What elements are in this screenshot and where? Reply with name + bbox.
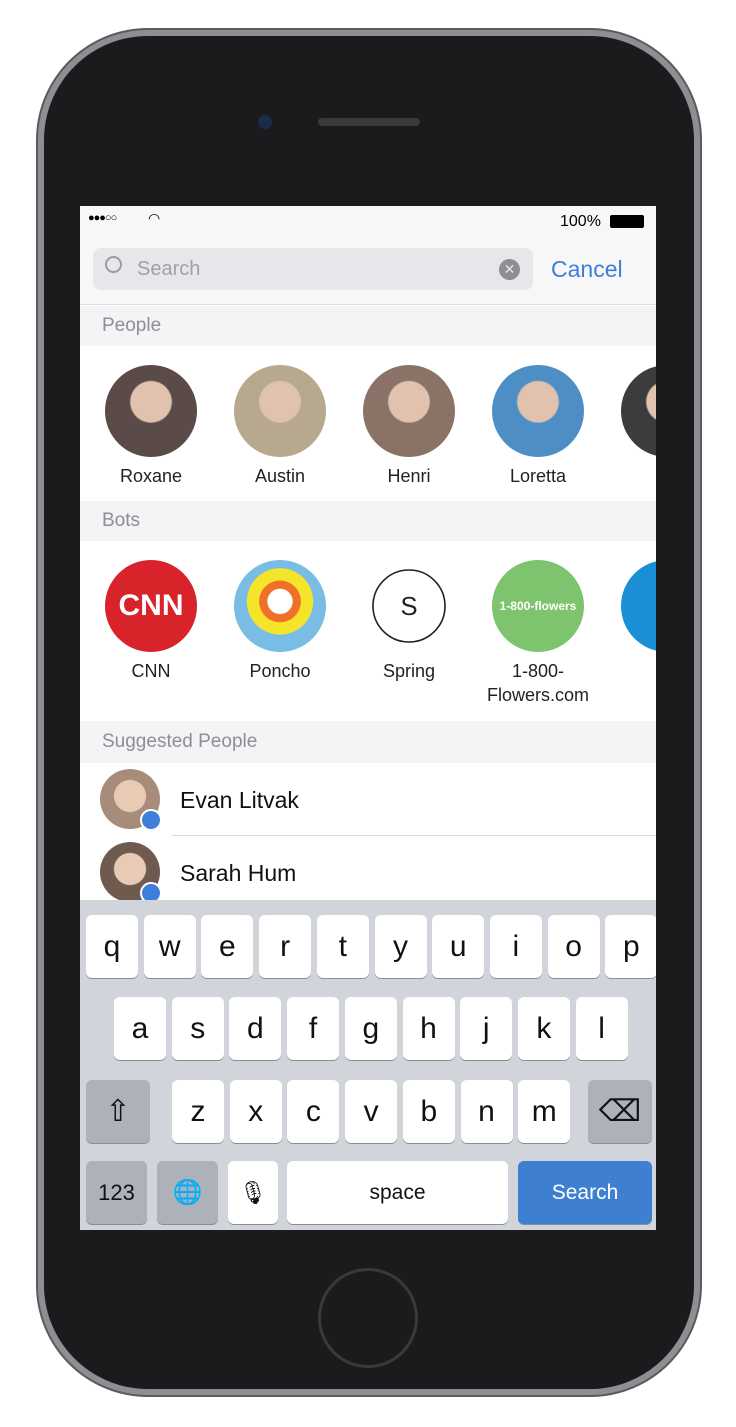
- keyboard: q w e r t y u i o p a s d f g h j k l ⇧ z x c v b n m ⌫ 123 🌐 🎙 space Se…: [80, 900, 656, 1230]
- person-name: Je: [602, 466, 656, 487]
- search-key[interactable]: Search: [518, 1161, 652, 1224]
- messenger-badge-icon: [140, 809, 162, 831]
- signal-indicator: ●●●○○: [88, 212, 117, 224]
- suggested-list: Evan Litvak Sarah Hum: [80, 763, 656, 904]
- globe-icon[interactable]: 🌐: [157, 1161, 218, 1224]
- person-name: Roxane: [119, 466, 183, 486]
- bots-row: CNN CNN Poncho S Spring 1-800-flowers 1-800- Fl…: [80, 541, 656, 721]
- key-c[interactable]: c: [287, 1080, 340, 1143]
- key-a[interactable]: a: [114, 997, 166, 1060]
- key-g[interactable]: g: [344, 997, 397, 1060]
- person-name: Henri: [387, 466, 431, 486]
- person-avatar[interactable]: [492, 365, 584, 457]
- key-y[interactable]: y: [374, 915, 427, 978]
- status-bar: ●●●○○ ◠ 100%: [80, 206, 656, 238]
- people-row: Roxane Austin Henri Loretta Je: [80, 346, 656, 501]
- battery-icon: [610, 215, 644, 228]
- section-header-suggested: Suggested People: [80, 721, 656, 763]
- person-avatar[interactable]: [363, 365, 455, 457]
- key-v[interactable]: v: [345, 1080, 398, 1143]
- suggested-person-row[interactable]: Evan Litvak: [80, 763, 656, 836]
- suggested-person-row[interactable]: Sarah Hum: [80, 836, 656, 909]
- key-t[interactable]: t: [316, 915, 369, 978]
- key-f[interactable]: f: [287, 997, 340, 1060]
- key-o[interactable]: o: [547, 915, 600, 978]
- key-r[interactable]: r: [259, 915, 312, 978]
- front-camera: [258, 115, 272, 129]
- key-h[interactable]: h: [402, 997, 455, 1060]
- delete-key-icon[interactable]: ⌫: [588, 1080, 652, 1143]
- key-q[interactable]: q: [86, 915, 138, 978]
- person-name: Austin: [254, 466, 306, 486]
- section-header-bots: Bots: [80, 501, 656, 541]
- home-button[interactable]: [318, 1268, 418, 1368]
- bot-name-line2: Flowers.com: [486, 685, 589, 705]
- poncho-logo[interactable]: [234, 560, 326, 652]
- key-e[interactable]: e: [201, 915, 254, 978]
- spring-logo[interactable]: S: [372, 569, 446, 643]
- person-name: Loretta: [509, 466, 567, 486]
- key-j[interactable]: j: [460, 997, 513, 1060]
- cancel-button[interactable]: Cancel: [551, 256, 623, 283]
- speaker: [318, 118, 420, 126]
- person-avatar[interactable]: [105, 365, 197, 457]
- key-k[interactable]: k: [517, 997, 570, 1060]
- key-x[interactable]: x: [229, 1080, 282, 1143]
- person-avatar[interactable]: [621, 365, 656, 457]
- bot-avatar[interactable]: [621, 560, 656, 652]
- bot-name: Poncho: [249, 661, 311, 681]
- bot-name: Spring: [382, 661, 436, 681]
- key-d[interactable]: d: [229, 997, 282, 1060]
- screen: ●●●○○ ◠ 100% Search ✕ Cancel People Roxa…: [80, 206, 656, 1230]
- key-p[interactable]: p: [605, 915, 656, 978]
- battery-percent: 100%: [560, 213, 601, 230]
- bot-name: CNN: [131, 661, 171, 681]
- search-placeholder: Search: [137, 258, 201, 280]
- key-m[interactable]: m: [518, 1080, 571, 1143]
- section-header-people: People: [80, 306, 656, 346]
- key-n[interactable]: n: [460, 1080, 513, 1143]
- clear-icon[interactable]: ✕: [499, 259, 520, 280]
- microphone-icon[interactable]: 🎙: [228, 1161, 278, 1224]
- person-name: Sarah Hum: [180, 860, 297, 886]
- key-b[interactable]: b: [402, 1080, 455, 1143]
- key-u[interactable]: u: [432, 915, 485, 978]
- bot-name: 1-800-: [511, 661, 565, 681]
- person-name: Evan Litvak: [180, 787, 299, 813]
- cnn-logo[interactable]: CNN: [105, 560, 197, 652]
- key-w[interactable]: w: [143, 915, 196, 978]
- key-l[interactable]: l: [575, 997, 628, 1060]
- person-avatar[interactable]: [234, 365, 326, 457]
- key-i[interactable]: i: [489, 915, 542, 978]
- numbers-key[interactable]: 123: [86, 1161, 147, 1224]
- key-s[interactable]: s: [171, 997, 224, 1060]
- shift-key-icon[interactable]: ⇧: [86, 1080, 150, 1143]
- flowers-logo[interactable]: 1-800-flowers: [492, 560, 584, 652]
- wifi-icon: ◠: [148, 210, 161, 226]
- space-key[interactable]: space: [287, 1161, 508, 1224]
- search-input[interactable]: Search ✕: [93, 248, 533, 290]
- search-icon: [105, 256, 122, 273]
- key-z[interactable]: z: [172, 1080, 224, 1143]
